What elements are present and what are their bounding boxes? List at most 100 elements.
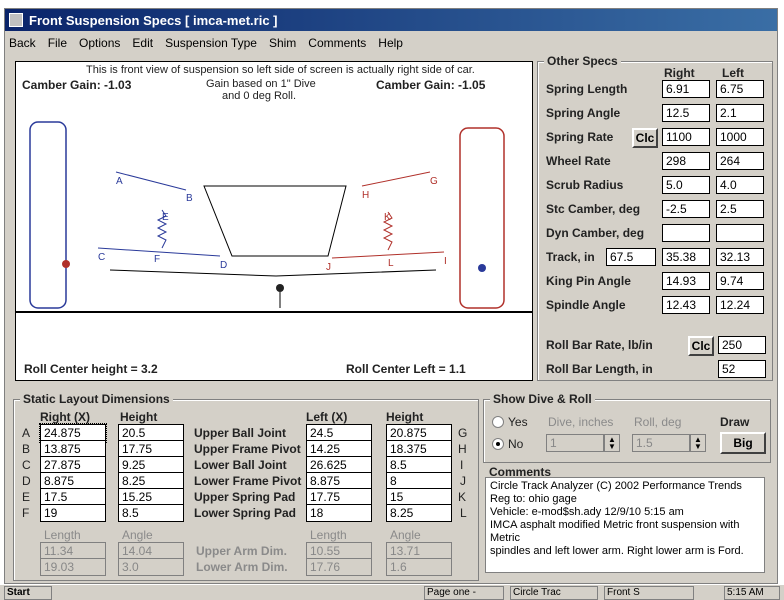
king-pin-angle-label: King Pin Angle [546, 274, 631, 288]
point-i-label: I [444, 256, 447, 267]
dive-inches-field[interactable]: 1 [546, 434, 604, 452]
dive-roll-yes-label: Yes [508, 415, 528, 429]
row-letter-l: L [460, 506, 467, 520]
point-g-label: G [430, 176, 438, 187]
taskbar-clock: 5:15 AM [724, 586, 780, 600]
point-k-label: K [384, 212, 391, 223]
roll-deg-label: Roll, deg [634, 415, 682, 429]
row-letter-c: C [22, 458, 31, 472]
spring-rate-left[interactable]: 1000 [716, 128, 764, 146]
upper-ball-joint-label: Upper Ball Joint [194, 426, 287, 440]
static-camber-right[interactable]: -2.5 [662, 200, 710, 218]
roll-deg-field[interactable]: 1.5 [632, 434, 690, 452]
dynamic-camber-left[interactable] [716, 224, 764, 242]
upper-arm-dim-label: Upper Arm Dim. [196, 544, 287, 558]
lower-arm-right-length: 19.03 [40, 558, 106, 576]
menu-file[interactable]: File [48, 36, 67, 50]
menu-comments[interactable]: Comments [308, 36, 366, 50]
roll-bar-rate-label: Roll Bar Rate, lb/in [546, 338, 653, 352]
wheel-rate-left[interactable]: 264 [716, 152, 764, 170]
comments-line-2: Reg to: ohio gage [490, 493, 577, 505]
king-pin-angle-right[interactable]: 14.93 [662, 272, 710, 290]
row-letter-g: G [458, 426, 468, 440]
menu-help[interactable]: Help [378, 36, 403, 50]
static-layout-title: Static Layout Dimensions [20, 392, 173, 406]
dive-roll-title: Show Dive & Roll [490, 392, 595, 406]
col-angle-right: Angle [122, 528, 153, 542]
track-total[interactable]: 67.5 [606, 248, 656, 266]
start-button[interactable]: Start [4, 586, 52, 600]
spindle-angle-label: Spindle Angle [546, 298, 626, 312]
upper-frame-pivot-label: Upper Frame Pivot [194, 442, 301, 456]
spring-angle-right[interactable]: 12.5 [662, 104, 710, 122]
dive-spinner[interactable]: ▲ ▼ [604, 434, 620, 452]
comments-box[interactable]: Circle Track Analyzer (C) 2002 Performan… [485, 477, 765, 573]
camber-gain-left: Camber Gain: -1.05 [376, 78, 486, 92]
gain-note-1: Gain based on 1" Dive [206, 78, 316, 90]
menu-options[interactable]: Options [79, 36, 120, 50]
spindle-angle-right[interactable]: 12.43 [662, 296, 710, 314]
draw-big-button[interactable]: Big [720, 432, 766, 454]
lower-ball-joint-label: Lower Ball Joint [194, 458, 287, 472]
scrub-radius-right[interactable]: 5.0 [662, 176, 710, 194]
row-letter-i: I [460, 458, 464, 472]
spring-angle-left[interactable]: 2.1 [716, 104, 764, 122]
spindle-angle-left[interactable]: 12.24 [716, 296, 764, 314]
frame-outline [203, 185, 347, 257]
lower-arm-left-length: 17.76 [306, 558, 372, 576]
lower-spring-pad-left-height[interactable]: 8.25 [386, 504, 452, 522]
spring-length-left[interactable]: 6.75 [716, 80, 764, 98]
col-height-right: Height [120, 410, 158, 424]
comments-line-1: Circle Track Analyzer (C) 2002 Performan… [490, 480, 742, 492]
lower-spring-pad-right-height[interactable]: 8.5 [118, 504, 184, 522]
menu-edit[interactable]: Edit [132, 36, 153, 50]
taskbar-item-page[interactable]: Page one - [424, 586, 504, 600]
dive-roll-no-radio[interactable] [492, 438, 504, 450]
spring-rate-calc-button[interactable]: Clc [632, 128, 658, 148]
taskbar-item-front-specs[interactable]: Front S [604, 586, 694, 600]
menu-suspension-type[interactable]: Suspension Type [165, 36, 257, 50]
gain-note-2: and 0 deg Roll. [222, 90, 296, 102]
col-left-x: Left (X) [306, 410, 348, 424]
row-letter-d: D [22, 474, 31, 488]
track-right[interactable]: 35.38 [662, 248, 710, 266]
row-letter-k: K [458, 490, 467, 504]
static-camber-left[interactable]: 2.5 [716, 200, 764, 218]
row-letter-b: B [22, 442, 31, 456]
point-h-label: H [362, 190, 369, 201]
roll-bar-rate-field[interactable]: 250 [718, 336, 766, 354]
taskbar-item-circle-track[interactable]: Circle Trac [510, 586, 598, 600]
spring-length-right[interactable]: 6.91 [662, 80, 710, 98]
spring-rate-label: Spring Rate [546, 130, 614, 144]
spring-rate-right[interactable]: 1100 [662, 128, 710, 146]
roll-bar-length-field[interactable]: 52 [718, 360, 766, 378]
point-d-label: D [220, 260, 227, 271]
spinner-down-icon: ▼ [608, 442, 616, 451]
dive-inches-label: Dive, inches [548, 415, 614, 429]
spring-angle-label: Spring Angle [546, 106, 621, 120]
roll-center-left: Roll Center Left = 1.1 [346, 362, 466, 376]
point-j-label: J [326, 262, 331, 273]
left-tire [459, 127, 505, 309]
other-specs-col-left: Left [722, 66, 744, 80]
comments-line-5: spindles and left lower arm. Right lower… [490, 545, 744, 557]
app-icon [9, 13, 23, 27]
taskbar: Start Page one - Circle Trac Front S 5:1… [0, 584, 784, 600]
roll-bar-calc-button[interactable]: Clc [688, 336, 714, 356]
spring-length-label: Spring Length [546, 82, 628, 96]
track-left[interactable]: 32.13 [716, 248, 764, 266]
king-pin-angle-left[interactable]: 9.74 [716, 272, 764, 290]
scrub-radius-left[interactable]: 4.0 [716, 176, 764, 194]
roll-spinner[interactable]: ▲ ▼ [690, 434, 706, 452]
dive-roll-yes-radio[interactable] [492, 416, 504, 428]
roll-bar-length-label: Roll Bar Length, in [546, 362, 653, 376]
title-bar: Front Suspension Specs [ imca-met.ric ] [5, 9, 777, 31]
static-layout-group: Static Layout Dimensions Right (X) Heigh… [13, 392, 479, 581]
lower-spring-pad-right-x[interactable]: 19 [40, 504, 106, 522]
wheel-rate-right[interactable]: 298 [662, 152, 710, 170]
dynamic-camber-right[interactable] [662, 224, 710, 242]
menu-shim[interactable]: Shim [269, 36, 296, 50]
menu-back[interactable]: Back [9, 36, 36, 50]
col-length-right: Length [44, 528, 81, 542]
lower-spring-pad-left-x[interactable]: 18 [306, 504, 372, 522]
